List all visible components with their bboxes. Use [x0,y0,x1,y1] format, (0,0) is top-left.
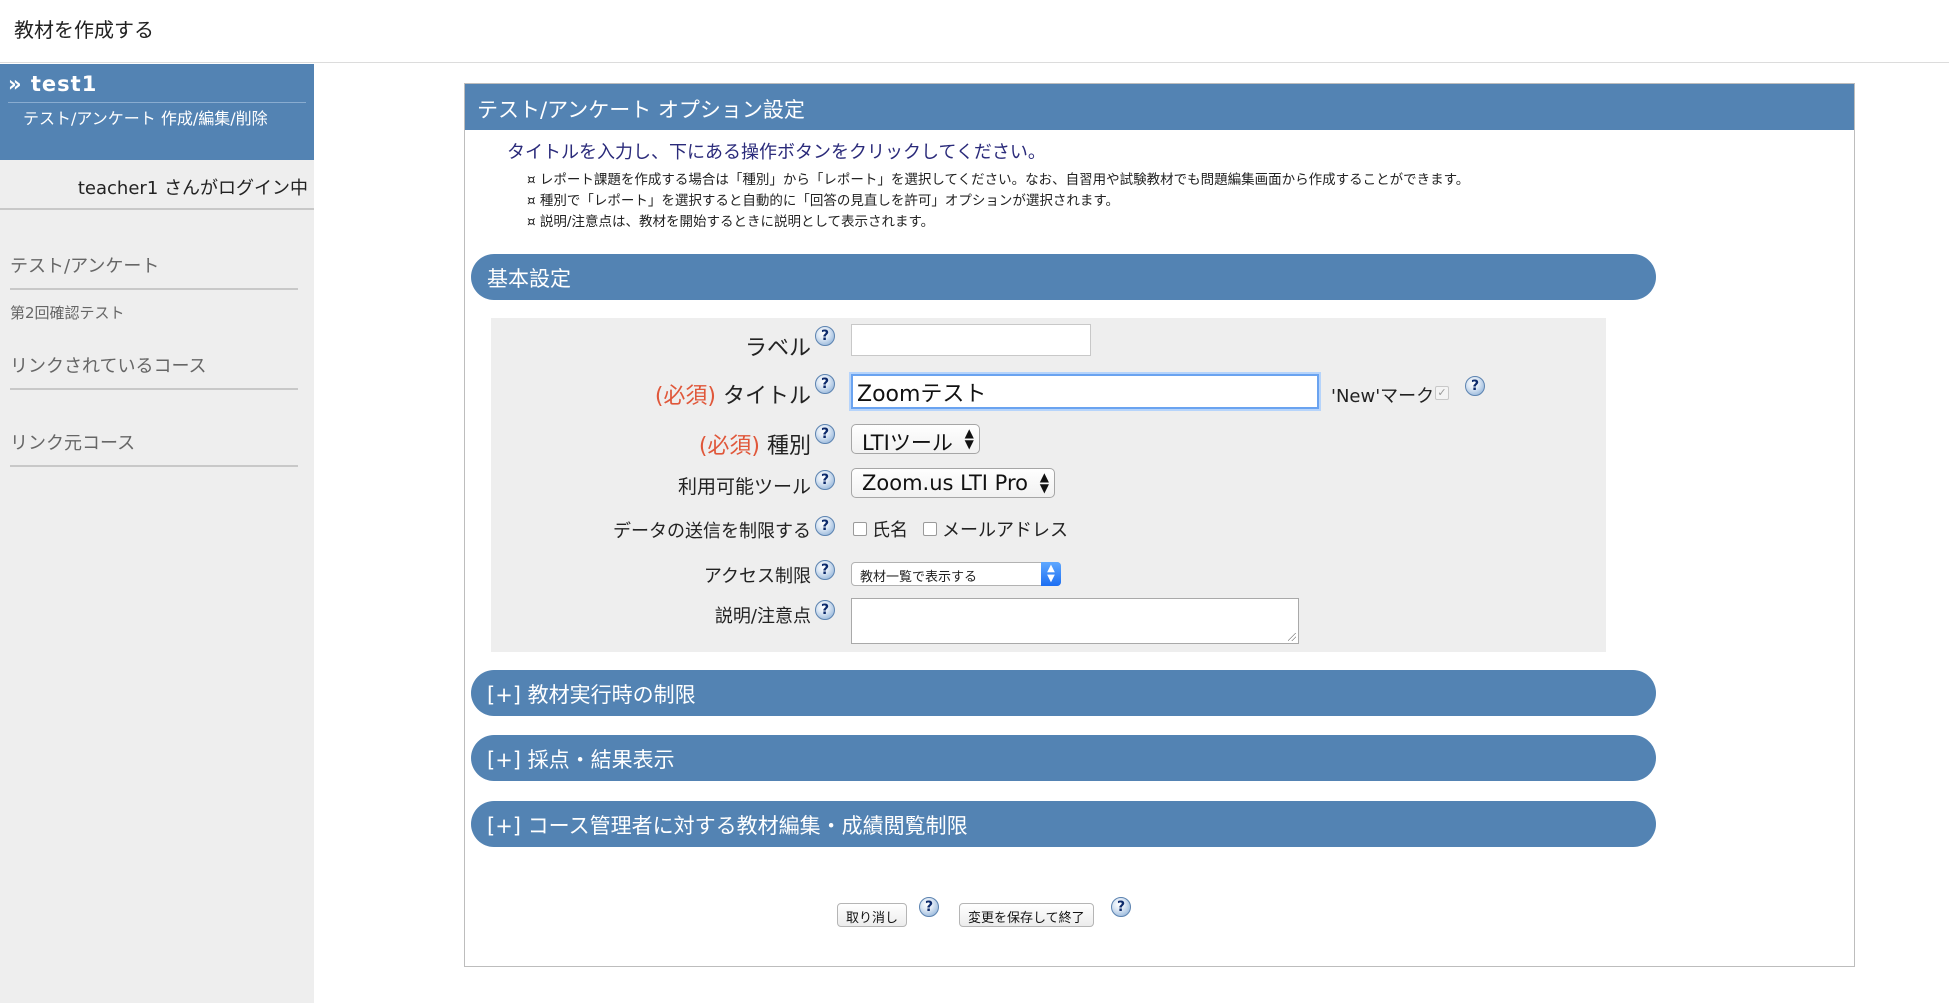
title-label-text: タイトル [722,384,811,409]
title-input[interactable] [851,374,1319,409]
section-admin-restrictions[interactable]: [+] コース管理者に対する教材編集・成績閲覧制限 [471,801,1656,847]
help-icon[interactable]: ? [815,326,835,346]
email-checkbox[interactable] [923,522,937,536]
select-arrows-icon: ▲ ▼ [1039,470,1049,495]
help-icon[interactable]: ? [1111,897,1131,917]
note-item: レポート課題を作成する場合は「種別」から「レポート」を選択してください。なお、自… [527,170,1469,191]
options-panel: テスト/アンケート オプション設定 タイトルを入力し、下にある操作ボタンをクリッ… [464,83,1855,967]
description-textarea[interactable] [851,598,1299,644]
section-basic-settings[interactable]: 基本設定 [471,254,1656,300]
sidebar-header: » test1 テスト/アンケート 作成/編集/削除 [0,64,314,160]
section-grading-results[interactable]: [+] 採点・結果表示 [471,735,1656,781]
cancel-button[interactable]: 取り消し [837,903,908,927]
help-icon[interactable]: ? [815,424,835,444]
access-select[interactable]: 教材一覧で表示する ▲ ▼ [851,562,1061,586]
sidebar: » test1 テスト/アンケート 作成/編集/削除 teacher1 さんがロ… [0,64,314,1003]
help-icon[interactable]: ? [815,516,835,536]
sidebar-item-test-survey[interactable]: テスト/アンケート [10,252,298,290]
select-arrows-icon: ▲ ▼ [1041,562,1061,586]
type-select[interactable]: LTIツール ▲ ▼ [851,424,980,455]
name-checkbox[interactable] [853,522,867,536]
notes-list: レポート課題を作成する場合は「種別」から「レポート」を選択してください。なお、自… [527,170,1469,233]
required-mark: (必須) [654,384,716,409]
description-field-label: 説明/注意点 [714,606,811,627]
login-status: teacher1 さんがログイン中 [0,160,314,210]
sidebar-item-linked-courses[interactable]: リンクされているコース [10,352,298,390]
help-icon[interactable]: ? [919,897,939,917]
type-select-value: LTIツール [862,431,953,455]
note-item: 種別で「レポート」を選択すると自動的に「回答の見直しを許可」オプションが選択され… [527,191,1469,212]
section-runtime-restrictions[interactable]: [+] 教材実行時の制限 [471,670,1656,716]
help-icon[interactable]: ? [815,470,835,490]
new-mark-label: 'New'マーク [1331,386,1435,407]
top-bar: 教材を作成する [0,0,1949,63]
note-item: 説明/注意点は、教材を開始するときに説明として表示されます。 [527,212,1469,233]
tool-select[interactable]: Zoom.us LTI Pro ▲ ▼ [851,468,1055,498]
data-limit-field-label: データの送信を制限する [613,521,811,542]
sidebar-item-current-test[interactable]: 第2回確認テスト [10,302,125,323]
select-arrows-icon: ▲ ▼ [964,426,974,451]
label-input[interactable] [851,324,1091,356]
name-checkbox-label: 氏名 [872,520,908,541]
course-title[interactable]: » test1 [8,72,306,103]
help-icon[interactable]: ? [815,560,835,580]
tool-select-value: Zoom.us LTI Pro [862,471,1028,495]
sidebar-item-source-courses[interactable]: リンク元コース [10,429,298,467]
help-icon[interactable]: ? [815,600,835,620]
basic-settings-form: ラベル ? (必須) タイトル ? 'New'マーク ✓ ? (必須) 種別 ?… [491,318,1606,652]
intro-text: タイトルを入力し、下にある操作ボタンをクリックしてください。 [507,142,1046,163]
label-field-label: ラベル [744,336,811,361]
type-field-label: (必須) 種別 [699,428,811,460]
resize-grip-icon[interactable] [1288,633,1296,641]
sidebar-subtitle[interactable]: テスト/アンケート 作成/編集/削除 [8,103,306,130]
title-field-label: (必須) タイトル [655,378,811,410]
required-mark: (必須) [698,434,760,459]
tool-field-label: 利用可能ツール [677,476,811,498]
save-and-exit-button[interactable]: 変更を保存して終了 [959,903,1094,927]
page-title: 教材を作成する [14,18,154,42]
access-field-label: アクセス制限 [703,566,811,587]
access-select-value: 教材一覧で表示する [860,570,978,585]
email-checkbox-label: メールアドレス [942,520,1068,541]
help-icon[interactable]: ? [815,374,835,394]
panel-heading: テスト/アンケート オプション設定 [465,84,1854,130]
type-label-text: 種別 [766,434,811,459]
help-icon[interactable]: ? [1465,376,1485,396]
new-mark-checkbox[interactable]: ✓ [1435,386,1449,400]
